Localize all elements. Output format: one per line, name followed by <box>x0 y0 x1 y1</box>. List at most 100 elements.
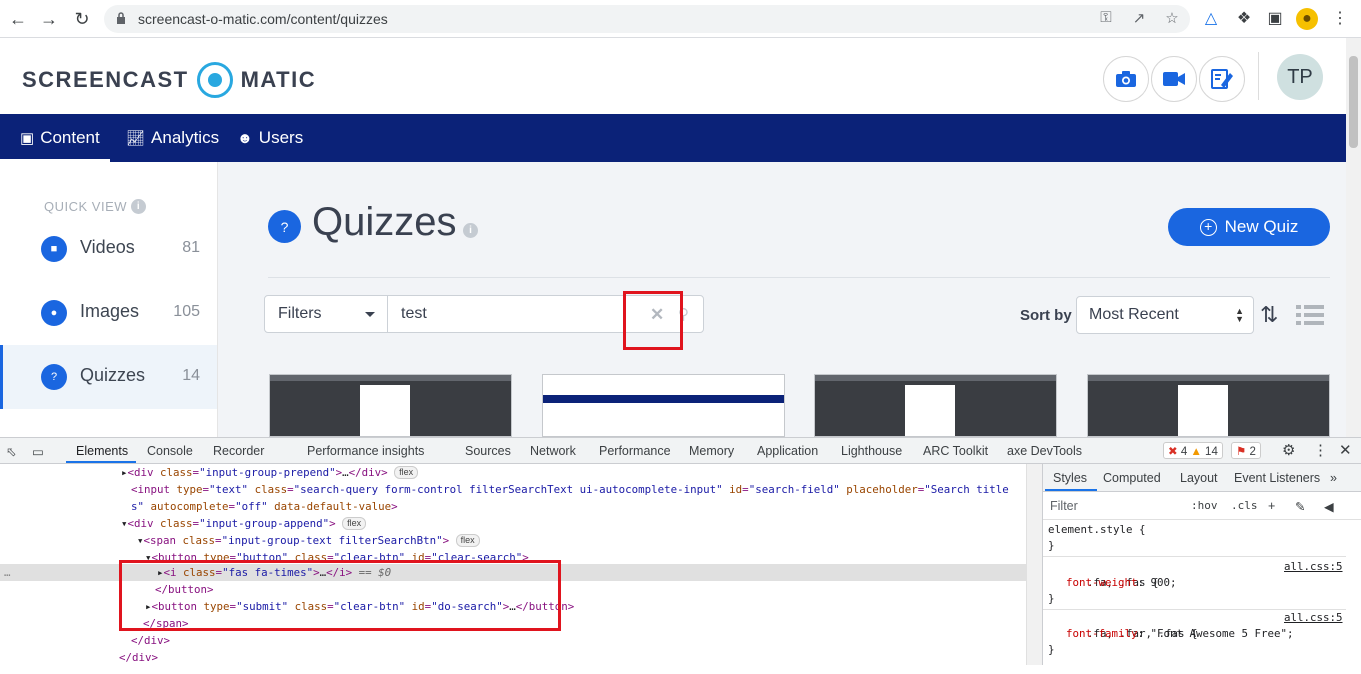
video-camera-icon <box>1163 72 1185 86</box>
address-bar[interactable]: screencast-o-matic.com/content/quizzes ⚿… <box>104 5 1190 33</box>
tab-application[interactable]: Application <box>757 444 818 458</box>
tab-elements[interactable]: Elements <box>76 444 128 458</box>
sidebar-item-images[interactable]: ● Images 105 <box>0 281 217 345</box>
console-counts-badge[interactable]: ✖ 4 ▲ 14 <box>1163 442 1223 459</box>
tab-arc-toolkit[interactable]: ARC Toolkit <box>923 444 988 458</box>
styles-filter-input[interactable]: Filter <box>1050 499 1078 513</box>
scrollbar-thumb[interactable] <box>1349 56 1358 148</box>
styles-filter-row: Filter :hov .cls + ✎ ◀ <box>1043 492 1361 520</box>
puzzle-icon[interactable]: ❖ <box>1233 8 1255 30</box>
tab-performance-insights[interactable]: Performance insights <box>307 444 424 458</box>
nav-analytics[interactable]: 📈︎ Analytics <box>126 128 219 148</box>
tab-console[interactable]: Console <box>147 444 193 458</box>
tab-sources[interactable]: Sources <box>465 444 511 458</box>
reload-icon[interactable]: ↻ <box>70 7 94 31</box>
cls-toggle[interactable]: .cls <box>1231 499 1258 512</box>
sidebar-item-quizzes[interactable]: ? Quizzes 14 <box>0 345 217 409</box>
quiz-thumbnail[interactable] <box>269 374 512 437</box>
nav-users-label: Users <box>258 128 304 147</box>
flex-pill[interactable]: flex <box>342 517 367 530</box>
issues-badge[interactable]: ⚑ 2 <box>1231 442 1261 459</box>
tab-styles[interactable]: Styles <box>1053 471 1087 485</box>
tab-memory[interactable]: Memory <box>689 444 734 458</box>
avatar[interactable]: TP <box>1277 54 1323 100</box>
device-toggle-icon[interactable]: ▭ <box>32 444 44 459</box>
tab-event-listeners[interactable]: Event Listeners <box>1234 471 1320 485</box>
more-dots-icon[interactable]: … <box>4 564 11 581</box>
css-property: font-family <box>1066 627 1138 640</box>
url-text: screencast-o-matic.com/content/quizzes <box>138 11 388 27</box>
gear-icon[interactable]: ⚙ <box>1282 441 1295 459</box>
sidebar-item-count: 14 <box>182 367 200 384</box>
sidepanel-icon[interactable]: ▣ <box>1264 8 1286 30</box>
sidebar-toggle-icon[interactable]: ◀ <box>1324 499 1334 514</box>
star-icon[interactable]: ☆ <box>1162 9 1182 27</box>
sidebar-item-label: Videos <box>80 237 135 257</box>
nav-content[interactable]: ▣ Content <box>20 128 100 148</box>
profile-icon[interactable]: ● <box>1296 8 1318 30</box>
css-rule[interactable]: .fa, .far, .fas { all.css:5 <box>1048 610 1343 674</box>
tab-computed[interactable]: Computed <box>1103 471 1161 485</box>
list-view-icon[interactable] <box>1296 304 1324 326</box>
chevron-right-icon[interactable]: » <box>1330 471 1337 485</box>
quiz-icon: ? <box>268 210 301 243</box>
paint-icon[interactable]: ✎ <box>1295 499 1305 514</box>
css-declaration[interactable]: font-family: "Font Awesome 5 Free"; <box>1066 626 1294 642</box>
sort-select[interactable]: Most Recent ▲ ▼ <box>1076 296 1254 334</box>
key-icon[interactable]: ⚿ <box>1096 9 1116 26</box>
filters-dropdown[interactable]: Filters <box>264 295 388 333</box>
dom-node-row[interactable]: ▾<span class="input-group-text filterSea… <box>137 532 480 549</box>
close-icon[interactable]: ✕ <box>1339 441 1352 459</box>
menu-icon[interactable]: ⋮ <box>1329 8 1351 30</box>
video-button[interactable] <box>1151 56 1197 102</box>
share-icon[interactable]: ↗ <box>1129 9 1149 27</box>
add-rule-icon[interactable]: + <box>1268 499 1275 513</box>
error-count: 4 <box>1180 446 1188 458</box>
sort-direction-icon[interactable]: ⇅ <box>1260 302 1278 328</box>
sidebar-item-videos[interactable]: ■ Videos 81 <box>0 217 217 281</box>
inspect-icon[interactable]: ⬁ <box>6 444 16 459</box>
quiz-thumbnail[interactable] <box>814 374 1057 437</box>
styles-pane: Styles Computed Layout Event Listeners »… <box>1042 464 1361 665</box>
info-icon[interactable]: i <box>131 199 147 214</box>
elements-scrollbar[interactable] <box>1026 464 1042 665</box>
rule-close: } <box>1048 538 1055 554</box>
quiz-thumbnail[interactable] <box>1087 374 1330 437</box>
dom-node-row[interactable]: s" autocomplete="off" data-default-value… <box>131 498 398 515</box>
page-title: Quizzes <box>312 200 457 244</box>
tab-layout[interactable]: Layout <box>1180 471 1218 485</box>
css-declaration[interactable]: font-weight: 900; <box>1066 575 1177 591</box>
hov-toggle[interactable]: :hov <box>1191 499 1218 512</box>
dom-node-row[interactable]: ▸<div class="input-group-prepend">…</div… <box>121 464 419 481</box>
info-icon[interactable]: i <box>463 223 478 238</box>
filters-label: Filters <box>278 305 322 322</box>
nav-users[interactable]: ☻ Users <box>237 128 303 148</box>
flex-pill[interactable]: flex <box>394 466 419 479</box>
rule-source-link[interactable]: all.css:5 <box>1284 559 1343 575</box>
logo[interactable]: SCREENCAST MATIC <box>22 62 316 98</box>
page-scrollbar[interactable] <box>1346 38 1361 437</box>
tab-recorder[interactable]: Recorder <box>213 444 264 458</box>
flex-pill[interactable]: flex <box>455 534 480 547</box>
sort-select-value: Most Recent <box>1089 306 1179 323</box>
more-icon[interactable]: ⋮ <box>1313 441 1328 459</box>
tab-lighthouse[interactable]: Lighthouse <box>841 444 902 458</box>
dom-node-row[interactable]: ▾<div class="input-group-append"> flex <box>121 515 367 532</box>
warning-count: 14 <box>1205 446 1218 458</box>
tab-performance[interactable]: Performance <box>599 444 671 458</box>
rule-source-link[interactable]: all.css:5 <box>1284 610 1343 626</box>
new-quiz-button[interactable]: + New Quiz <box>1168 208 1330 246</box>
tab-axe-devtools[interactable]: axe DevTools <box>1007 444 1082 458</box>
dom-node-row[interactable]: </div> <box>131 632 170 649</box>
extension-icon[interactable]: △ <box>1200 8 1222 30</box>
dom-node-row[interactable]: <input type="text" class="search-query f… <box>131 481 1009 498</box>
camera-button[interactable] <box>1103 56 1149 102</box>
back-icon[interactable]: ← <box>6 7 30 31</box>
edit-button[interactable] <box>1199 56 1245 102</box>
element-style-rule[interactable]: element.style { <box>1048 522 1146 538</box>
rule-close: } <box>1048 591 1055 607</box>
forward-icon[interactable]: → <box>37 7 61 31</box>
tab-network[interactable]: Network <box>530 444 576 458</box>
quiz-thumbnail[interactable] <box>542 374 785 437</box>
rule-brace: } <box>1048 643 1055 656</box>
